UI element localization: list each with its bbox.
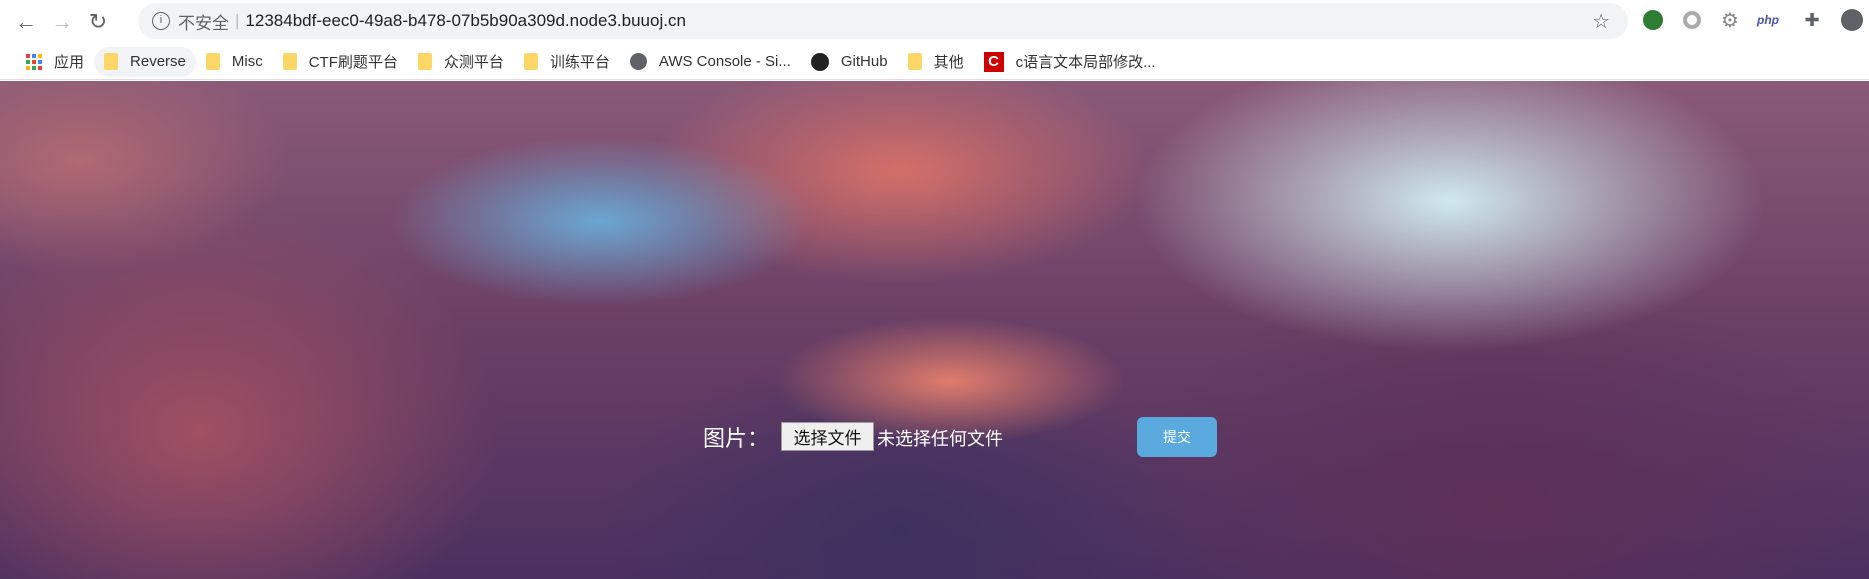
- bookmark-apps[interactable]: 应用: [16, 47, 94, 77]
- green-ext-icon[interactable]: [1641, 8, 1665, 32]
- choose-file-button[interactable]: 选择文件: [781, 422, 874, 451]
- folder-icon: [104, 53, 119, 70]
- bookmark-star-icon[interactable]: ☆: [1592, 9, 1610, 34]
- bookmark-label: 众测平台: [443, 54, 504, 71]
- github-icon: [810, 52, 829, 71]
- bookmark-label: 训练平台: [549, 54, 610, 71]
- submit-button[interactable]: 提交: [1137, 417, 1217, 457]
- bookmark-label: Reverse: [130, 53, 186, 70]
- bookmark-crowdtest[interactable]: 众测平台: [408, 47, 514, 77]
- image-label: 图片：: [703, 427, 770, 452]
- upload-form: 图片： 选择文件 未选择任何文件 提交: [0, 81, 1869, 579]
- folder-icon: [907, 53, 922, 70]
- reload-icon[interactable]: ↻: [80, 9, 116, 35]
- security-label: 不安全: [178, 13, 229, 33]
- circle-ext-icon[interactable]: [1680, 8, 1704, 32]
- folder-icon: [282, 53, 297, 70]
- bookmark-reverse[interactable]: Reverse: [94, 46, 196, 77]
- bookmarks-bar: 应用 Reverse Misc CTF刷题平台 众测平台 训练平台 AWS Co…: [0, 44, 1869, 80]
- info-icon[interactable]: i: [152, 12, 170, 30]
- bookmark-training[interactable]: 训练平台: [514, 47, 620, 77]
- bookmark-label: c语言文本局部修改...: [1015, 54, 1156, 71]
- bookmark-label: 应用: [54, 54, 85, 71]
- folder-icon: [523, 53, 538, 70]
- forward-icon[interactable]: →: [44, 9, 80, 35]
- bookmark-csdn[interactable]: Cc语言文本局部修改...: [974, 47, 1166, 77]
- bookmark-label: CTF刷题平台: [308, 54, 398, 71]
- puzzle-icon[interactable]: ✚: [1800, 8, 1824, 32]
- folder-icon: [417, 53, 432, 70]
- bookmark-other[interactable]: 其他: [898, 47, 974, 77]
- page-background: 图片： 选择文件 未选择任何文件 提交: [0, 81, 1869, 579]
- address-bar[interactable]: i 不安全 | 12384bdf-eec0-49a8-b478-07b5b90a…: [138, 3, 1628, 39]
- gear-ext-icon[interactable]: ⚙: [1718, 8, 1742, 32]
- bookmark-label: 其他: [933, 54, 964, 71]
- profile-icon[interactable]: [1840, 8, 1864, 32]
- csdn-icon: C: [983, 51, 1004, 72]
- php-ext-icon[interactable]: php: [1756, 8, 1780, 32]
- bookmark-misc[interactable]: Misc: [196, 47, 273, 77]
- separator: |: [235, 11, 240, 30]
- apps-icon: [26, 53, 42, 70]
- browser-toolbar: ← → ↻ i 不安全 | 12384bdf-eec0-49a8-b478-07…: [0, 0, 1869, 44]
- bookmark-label: Misc: [231, 53, 263, 70]
- bookmark-github[interactable]: GitHub: [801, 47, 898, 77]
- bookmark-label: GitHub: [840, 53, 888, 70]
- bookmark-ctf[interactable]: CTF刷题平台: [273, 47, 408, 77]
- no-file-text: 未选择任何文件: [877, 429, 1003, 449]
- back-icon[interactable]: ←: [8, 9, 44, 35]
- bookmark-label: AWS Console - Si...: [658, 53, 791, 70]
- folder-icon: [205, 53, 220, 70]
- bookmark-aws[interactable]: AWS Console - Si...: [620, 47, 801, 77]
- globe-icon: [629, 53, 647, 70]
- url-text[interactable]: 12384bdf-eec0-49a8-b478-07b5b90a309d.nod…: [245, 11, 686, 31]
